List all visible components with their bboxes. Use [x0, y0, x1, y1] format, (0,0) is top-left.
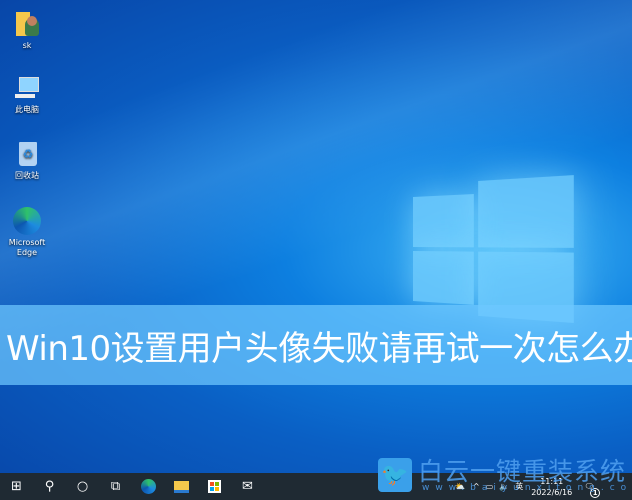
desktop-icon-sk[interactable]: sk	[4, 10, 50, 51]
user-folder-icon	[13, 10, 41, 38]
store-icon[interactable]	[198, 473, 231, 500]
watermark-url: www.baiyunxitong.com	[422, 483, 632, 493]
windows-logo-wallpaper	[413, 166, 575, 324]
watermark-name: 白云一键重装系统	[418, 457, 627, 486]
mail-icon[interactable]: ✉	[231, 473, 264, 500]
desktop-icon-edge[interactable]: Microsoft Edge	[4, 207, 50, 258]
desktop-icon-this-pc[interactable]: 此电脑	[4, 74, 50, 115]
file-explorer-icon[interactable]	[165, 473, 198, 500]
twitter-bird-logo-icon: 🐦	[378, 458, 412, 492]
title-banner: Win10设置用户头像失败请再试一次怎么办	[0, 305, 632, 385]
icon-label: sk	[22, 41, 32, 50]
task-view-icon[interactable]: ⧉	[99, 473, 132, 500]
edge-icon	[13, 207, 41, 235]
start-icon[interactable]: ⊞	[0, 473, 33, 500]
desktop-icon-recycle-bin[interactable]: ♻ 回收站	[4, 140, 50, 181]
search-icon[interactable]: ⚲	[33, 473, 66, 500]
cortana-icon[interactable]: ○	[66, 473, 99, 500]
banner-title: Win10设置用户头像失败请再试一次怎么办	[6, 328, 632, 369]
icon-label: 此电脑	[15, 105, 39, 114]
recycle-bin-icon: ♻	[13, 140, 41, 168]
icon-label: Microsoft Edge	[8, 238, 46, 257]
icon-label: 回收站	[15, 171, 39, 180]
edge-icon[interactable]	[132, 473, 165, 500]
watermark: 🐦 白云一键重装系统 www.baiyunxitong.com	[378, 457, 632, 493]
computer-icon	[13, 74, 41, 102]
